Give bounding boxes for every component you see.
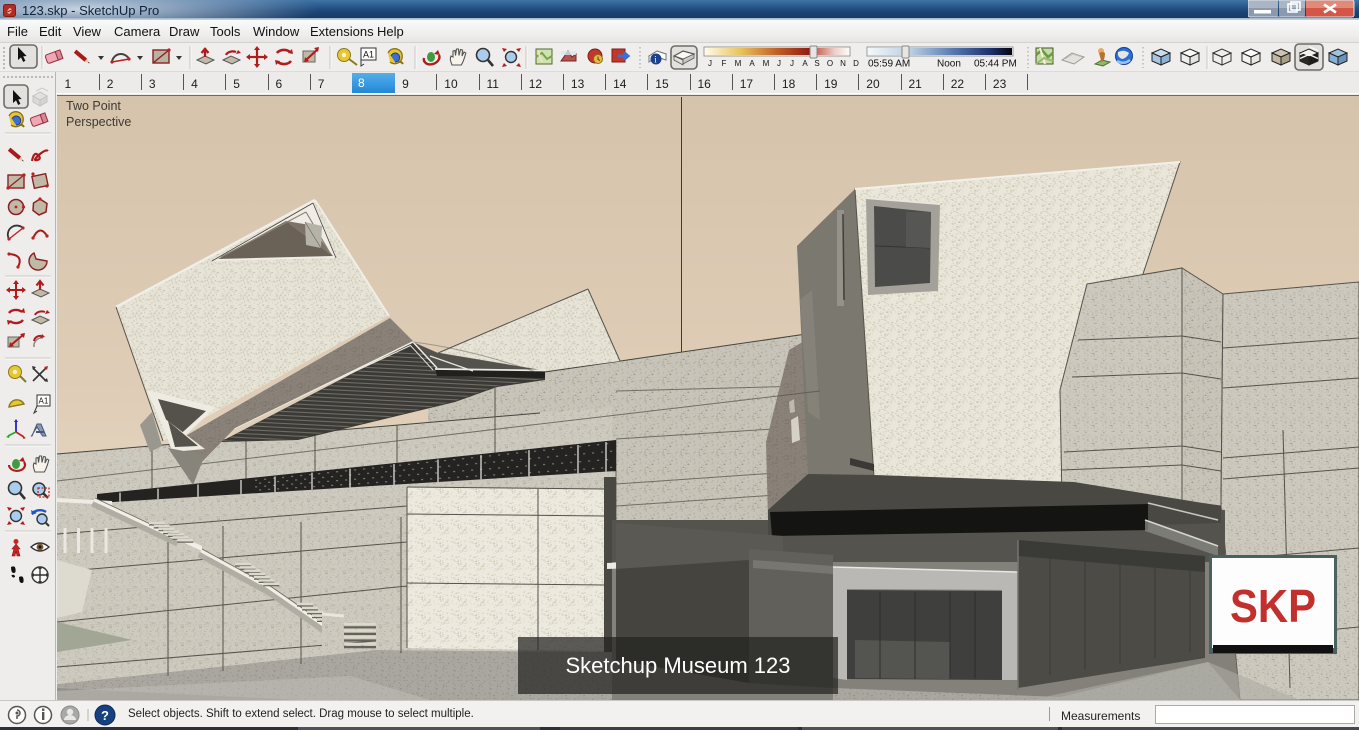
svg-text:F: F <box>722 59 727 68</box>
svg-text:J: J <box>777 59 781 68</box>
svg-text:M: M <box>735 59 742 68</box>
svg-text:SKP: SKP <box>1230 580 1316 632</box>
svg-text:?: ? <box>101 708 109 723</box>
svg-text:A1: A1 <box>39 397 49 406</box>
svg-text:J: J <box>708 59 712 68</box>
svg-text:A: A <box>749 59 755 68</box>
svg-text:05:59 AM: 05:59 AM <box>868 59 910 70</box>
svg-text:D: D <box>853 59 859 68</box>
svg-text:Sketchup Museum 123: Sketchup Museum 123 <box>565 653 790 678</box>
svg-text:O: O <box>827 59 833 68</box>
svg-text:M: M <box>763 59 770 68</box>
svg-text:J: J <box>790 59 794 68</box>
svg-text:N: N <box>840 59 846 68</box>
svg-text:05:44 PM: 05:44 PM <box>974 59 1017 70</box>
svg-text:A1: A1 <box>363 50 374 60</box>
svg-text:Noon: Noon <box>937 59 961 70</box>
svg-text:S: S <box>814 59 819 68</box>
svg-text:A: A <box>802 59 808 68</box>
